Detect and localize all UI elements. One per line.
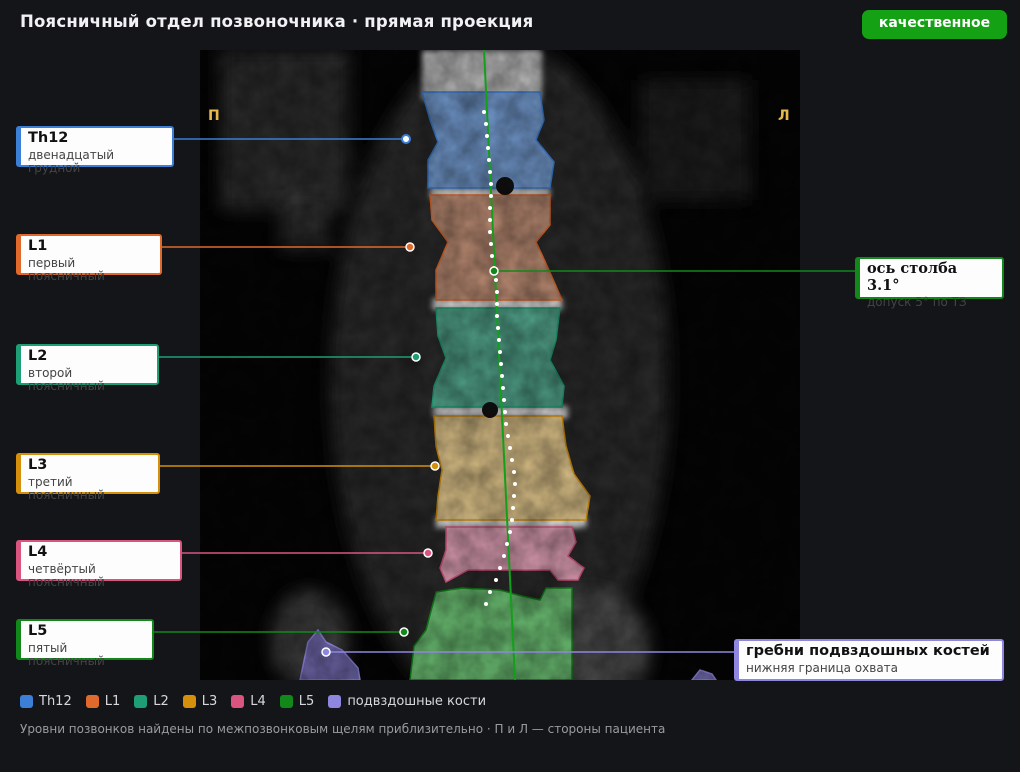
legend-swatch [231, 695, 245, 708]
callout-l1-name: L1 [28, 238, 48, 254]
callout-l2[interactable]: L2 второй поясничный [16, 344, 159, 393]
legend-item-l3[interactable]: L3 [182, 694, 218, 709]
callout-l2-name: L2 [28, 348, 48, 364]
legend-swatch [20, 695, 33, 708]
legend-swatch [134, 695, 148, 708]
anchor-l3[interactable] [430, 461, 440, 471]
legend-label: подвздошные кости [347, 694, 487, 709]
legend-item-l2[interactable]: L2 [134, 694, 169, 709]
callout-l3-name: L3 [28, 457, 48, 473]
callout-l4-name: L4 [28, 544, 48, 560]
callout-l4-desc: четвёртый поясничный [28, 561, 105, 590]
callout-th12[interactable]: Th12 двенадцатый грудной [16, 126, 174, 175]
legend-swatch [279, 695, 293, 708]
anchor-th12[interactable] [401, 134, 411, 144]
callout-l4[interactable]: L4 четвёртый поясничный [16, 540, 182, 589]
anchor-l5[interactable] [399, 627, 409, 637]
callout-l1[interactable]: L1 первый поясничный [16, 234, 162, 283]
anchor-axis[interactable] [489, 266, 499, 276]
anchor-l4[interactable] [423, 548, 433, 558]
anchor-l1[interactable] [405, 242, 415, 252]
callout-th12-desc: двенадцатый грудной [28, 147, 115, 176]
legend-item-l4[interactable]: L4 [231, 694, 266, 709]
callout-axis[interactable]: ось столба 3.1° допуск 5° по ТЗ [855, 257, 1004, 309]
callout-l3-desc: третий поясничный [28, 474, 105, 503]
callout-l3[interactable]: L3 третий поясничный [16, 453, 160, 502]
anchor-iliac[interactable] [321, 647, 331, 657]
callout-iliac[interactable]: гребни подвздошных костей нижняя граница… [734, 639, 1004, 681]
legend-swatch [328, 695, 342, 708]
callout-iliac-name: гребни подвздошных костей [746, 643, 990, 659]
callout-l5[interactable]: L5 пятый поясничный [16, 619, 154, 668]
legend-swatch [85, 695, 99, 708]
legend-item-l1[interactable]: L1 [85, 694, 121, 709]
legend-label: L2 [153, 694, 169, 709]
legend-label: L5 [298, 694, 315, 709]
legend-label: Th12 [39, 694, 72, 709]
callout-l2-desc: второй поясничный [28, 365, 105, 394]
legend-label: L3 [201, 694, 218, 709]
anchor-l2[interactable] [411, 352, 421, 362]
legend-item-th12[interactable]: Th12 [20, 694, 72, 709]
callout-l5-desc: пятый поясничный [28, 640, 105, 669]
callout-th12-name: Th12 [28, 130, 69, 146]
legend-swatch [182, 695, 196, 708]
legend-label: L4 [250, 694, 266, 709]
callout-l1-desc: первый поясничный [28, 255, 105, 284]
callout-axis-desc: допуск 5° по ТЗ [867, 295, 967, 310]
footer-note: Уровни позвонков найдены по межпозвонков… [20, 722, 666, 736]
legend-label: L1 [104, 694, 121, 709]
callout-iliac-desc: нижняя граница охвата [746, 660, 899, 675]
legend-item-iliac[interactable]: подвздошные кости [328, 694, 486, 709]
legend-item-l5[interactable]: L5 [279, 694, 315, 709]
callout-l5-name: L5 [28, 623, 48, 639]
callout-axis-name: ось столба 3.1° [867, 260, 958, 294]
legend: Th12 L1 L2 L3 L4 L5 подвздошные кости [20, 694, 486, 709]
